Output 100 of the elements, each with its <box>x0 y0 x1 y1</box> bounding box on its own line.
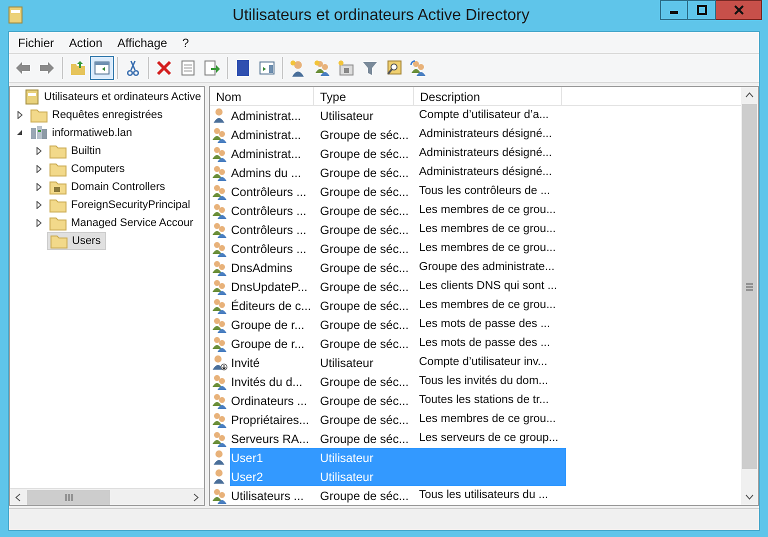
table-cell-text: Contrôleurs ... <box>230 240 308 258</box>
new-folder-icon <box>337 59 355 77</box>
scissors-icon <box>124 59 142 77</box>
table-cell-text: DnsAdmins <box>230 260 294 276</box>
scrollbar-thumb[interactable] <box>742 104 757 469</box>
table-row[interactable]: DnsAdmins Groupe de séc... Groupe des administrate... <box>230 258 566 277</box>
group-icon <box>212 316 228 332</box>
table-cell-text: Groupe de séc... <box>319 430 410 448</box>
table-row[interactable]: Serveurs RA... Groupe de séc... Les serveurs de ce group... <box>230 429 566 448</box>
minimize-button[interactable] <box>660 0 688 20</box>
document-icon <box>179 59 197 77</box>
table-cell-text: Groupe des administrate... <box>418 260 556 275</box>
table-cell-text: Groupe de séc... <box>319 202 410 220</box>
table-cell-text: Les mots de passe des ... <box>418 316 552 332</box>
group-icon <box>212 298 228 314</box>
table-cell-text: Les membres de ce grou... <box>418 240 557 256</box>
table-row[interactable]: Contrôleurs ... Groupe de séc... Les membres de ce grou... <box>230 220 566 239</box>
table-cell-text: Groupe de séc... <box>319 298 410 314</box>
console-tree-button[interactable] <box>90 56 114 80</box>
panel-icon <box>258 59 276 77</box>
table-cell-text: Groupe de séc... <box>319 126 410 144</box>
table-row[interactable]: Administrat... Groupe de séc... Administrateurs désigné... <box>230 125 566 144</box>
add-to-group-icon <box>409 59 427 77</box>
column-header[interactable]: Description <box>414 87 562 106</box>
table-cell-text: Utilisateurs ... <box>230 488 305 504</box>
panel-icon <box>93 59 111 77</box>
expand-arrow-icon[interactable] <box>35 165 43 173</box>
folder-icon <box>49 198 67 212</box>
horizontal-scrollbar[interactable] <box>10 488 204 505</box>
tree-item[interactable]: Computers <box>47 160 129 178</box>
table-cell-text: Contrôleurs ... <box>230 202 308 220</box>
group-icon <box>212 430 228 446</box>
table-row[interactable]: Invités du d... Groupe de séc... Tous les invités du dom... <box>230 372 566 391</box>
tree-item[interactable]: Requêtes enregistrées <box>28 106 167 124</box>
table-cell-text: Contrôleurs ... <box>230 222 308 238</box>
column-header[interactable]: Nom <box>210 87 314 106</box>
expand-arrow-icon[interactable] <box>16 111 24 119</box>
group-icon <box>212 240 228 256</box>
table-row[interactable]: Contrôleurs ... Groupe de séc... Les membres de ce grou... <box>230 239 566 258</box>
table-cell-text: User1 <box>230 450 264 466</box>
domain-icon <box>30 125 48 141</box>
table-cell-text: Administrat... <box>230 126 302 144</box>
table-cell-text: Tous les contrôleurs de ... <box>418 184 552 199</box>
tree-item[interactable]: Utilisateurs et ordinateurs Active <box>22 88 204 106</box>
table-row[interactable]: Propriétaires... Groupe de séc... Les membres de ce grou... <box>230 410 566 429</box>
collapse-arrow-icon[interactable] <box>16 129 24 137</box>
maximize-button[interactable] <box>688 0 716 20</box>
table-row[interactable]: Administrat... Utilisateur Compte d’utilisateur d’a... <box>230 106 566 125</box>
tree-item[interactable]: Domain Controllers <box>47 178 170 196</box>
scrollbar-thumb[interactable] <box>27 490 110 504</box>
table-row[interactable]: Invité Utilisateur Compte d’utilisateur inv... <box>230 353 566 372</box>
tree-item[interactable]: Users <box>47 232 106 250</box>
table-row[interactable]: Groupe de r... Groupe de séc... Les mots de passe des ... <box>230 315 566 334</box>
grip-icon <box>746 282 753 290</box>
table-cell-text: Compte d’utilisateur inv... <box>418 354 548 370</box>
table-row[interactable]: Éditeurs de c... Groupe de séc... Les membres de ce grou... <box>230 296 566 315</box>
table-cell-text: Les clients DNS qui sont ... <box>418 278 558 294</box>
table-cell-text: Tous les invités du dom... <box>418 374 550 389</box>
menu-item[interactable]: Affichage <box>110 34 174 52</box>
table-cell-text: Groupe de séc... <box>319 184 410 200</box>
table-cell-text: Groupe de séc... <box>319 392 410 410</box>
table-row[interactable]: Ordinateurs ... Groupe de séc... Toutes les stations de tr... <box>230 391 566 410</box>
tree-item[interactable]: informatiweb.lan <box>28 124 136 142</box>
table-row[interactable]: DnsUpdateP... Groupe de séc... Les clients DNS qui sont ... <box>230 277 566 296</box>
menu-item[interactable]: Action <box>62 34 110 52</box>
tree-item[interactable]: ForeignSecurityPrincipal <box>47 196 194 214</box>
table-row[interactable]: Groupe de r... Groupe de séc... Les mots de passe des ... <box>230 334 566 353</box>
console-icon <box>24 89 40 105</box>
table-row[interactable]: Contrôleurs ... Groupe de séc... Les membres de ce grou... <box>230 201 566 220</box>
table-cell-text: Groupe de séc... <box>319 278 410 296</box>
expand-arrow-icon[interactable] <box>35 183 43 191</box>
table-row[interactable]: Contrôleurs ... Groupe de séc... Tous les contrôleurs de ... <box>230 182 566 201</box>
expand-arrow-icon[interactable] <box>35 219 43 227</box>
table-cell-text: Serveurs RA... <box>230 430 310 448</box>
group-icon <box>212 374 228 390</box>
table-cell-text: Les membres de ce grou... <box>418 222 557 237</box>
menu-item[interactable]: Fichier <box>11 34 62 52</box>
vertical-scrollbar[interactable] <box>741 87 758 505</box>
menu-item[interactable]: ? <box>175 34 196 52</box>
user-icon <box>212 354 228 370</box>
table-cell-text: Groupe de r... <box>230 316 306 334</box>
table-row[interactable]: Administrat... Groupe de séc... Administrateurs désigné... <box>230 144 566 163</box>
grip-icon <box>64 494 72 500</box>
table-cell-text: Admins du ... <box>230 164 302 182</box>
column-header[interactable]: Type <box>314 87 414 106</box>
table-cell-text: Groupe de séc... <box>319 240 410 258</box>
folder-up-icon <box>69 59 87 77</box>
table-cell-text: Groupe de séc... <box>319 488 410 504</box>
close-button[interactable] <box>716 0 762 20</box>
expand-arrow-icon[interactable] <box>35 147 43 155</box>
table-row[interactable]: Admins du ... Groupe de séc... Administrateurs désigné... <box>230 163 566 182</box>
tree-item[interactable]: Builtin <box>47 142 105 160</box>
tree-item[interactable]: Managed Service Accour <box>47 214 198 232</box>
close-icon <box>734 5 744 15</box>
group-icon <box>212 146 228 162</box>
expand-arrow-icon[interactable] <box>35 201 43 209</box>
table-row[interactable]: Utilisateurs ... Groupe de séc... Tous les utilisateurs du ... <box>230 486 566 505</box>
new-group-icon <box>313 59 331 77</box>
table-cell-text: Tous les utilisateurs du ... <box>418 488 550 503</box>
table-cell-text: Éditeurs de c... <box>230 298 312 314</box>
